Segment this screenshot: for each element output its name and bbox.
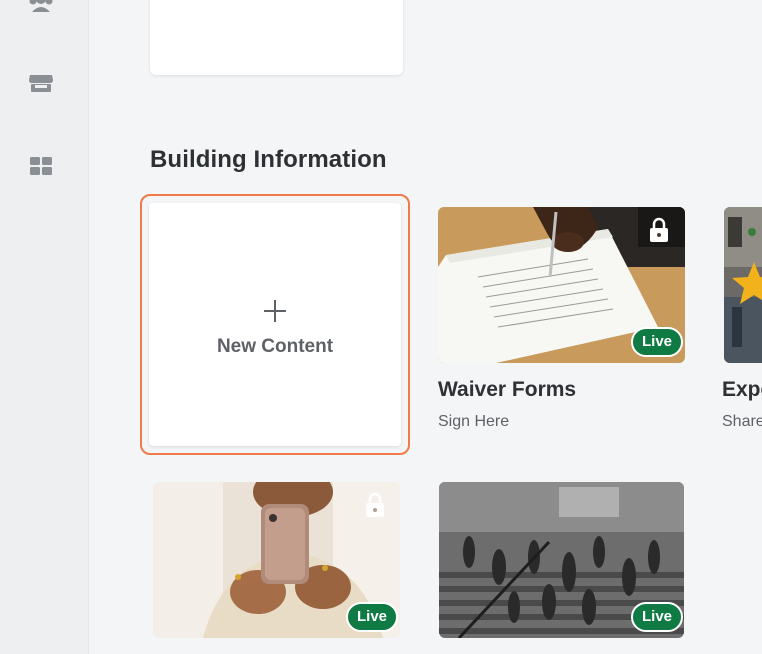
section-title: Building Information <box>150 146 387 173</box>
card-waiver-forms-image[interactable]: Live <box>438 207 685 363</box>
store-icon[interactable] <box>28 70 54 96</box>
new-content-label: New Content <box>216 335 334 357</box>
office-with-star-image <box>724 207 762 363</box>
live-badge: Live <box>631 602 684 632</box>
lock-icon <box>650 217 668 242</box>
card-title[interactable]: Waiver Forms <box>438 378 576 402</box>
card-expe-image[interactable] <box>724 207 762 363</box>
new-content-button[interactable]: New Content <box>149 203 401 446</box>
lock-icon <box>366 492 384 517</box>
live-badge: Live <box>346 602 399 632</box>
sidebar <box>0 0 88 654</box>
card-crowd-image[interactable]: Live <box>439 482 684 638</box>
live-badge: Live <box>631 327 684 357</box>
plus-icon <box>264 299 286 322</box>
content-card-partial[interactable] <box>150 0 403 75</box>
card-title[interactable]: Expe <box>722 378 762 402</box>
dashboard-grid-icon[interactable] <box>28 153 54 179</box>
people-icon[interactable] <box>28 0 54 16</box>
card-subtitle: Share <box>722 413 762 430</box>
card-phone-image[interactable]: Live <box>153 482 400 638</box>
card-subtitle: Sign Here <box>438 413 510 430</box>
new-content-card[interactable]: New Content <box>140 194 410 455</box>
